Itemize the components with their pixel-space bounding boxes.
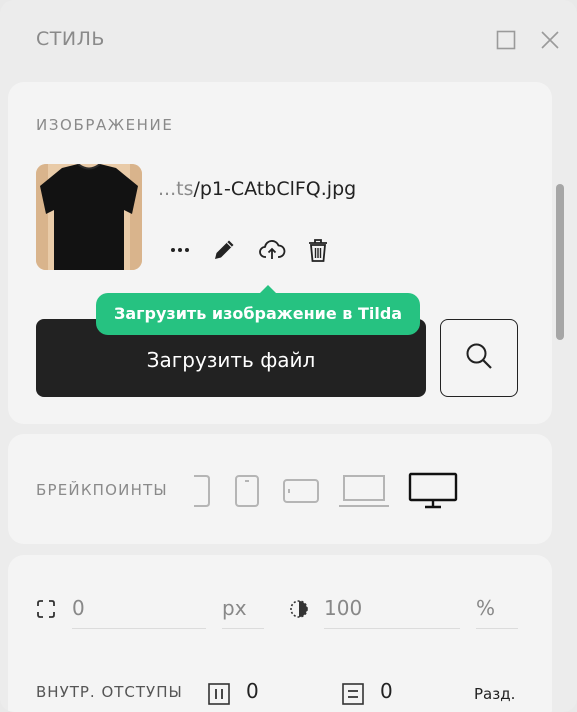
file-name-prefix: ...ts [158,178,194,200]
opacity-input[interactable]: 100 [324,588,460,629]
upload-tooltip: Загрузить изображение в Tilda [96,285,421,335]
scrollbar-thumb[interactable] [556,184,564,340]
search-icon [464,341,494,375]
desktop-icon[interactable] [408,472,458,514]
more-icon[interactable] [166,236,194,264]
file-name: ...ts/p1-CAtbClFQ.jpg [158,178,356,200]
vertical-padding-input[interactable]: 0 [380,679,393,703]
breakpoints-label: БРЕЙКПОИНТЫ [36,481,168,499]
border-radius-icon [36,599,56,623]
panel-header: СТИЛЬ [0,0,577,80]
tablet-portrait-icon[interactable] [234,474,262,512]
padding-label: ВНУТР. ОТСТУПЫ [36,683,183,701]
cloud-upload-icon[interactable] [258,236,286,264]
pencil-icon[interactable] [210,236,238,264]
image-section: ИЗОБРАЖЕНИЕ ...ts/p1-CAtbClFQ.jpg Загруз… [8,82,552,424]
border-radius-unit-label: px [222,596,247,620]
tablet-landscape-icon[interactable] [282,478,320,510]
laptop-icon[interactable] [338,474,390,512]
opacity-value: 100 [324,596,363,620]
close-icon[interactable] [540,30,560,50]
horizontal-padding-input[interactable]: 0 [246,679,259,703]
opacity-unit-label: % [476,596,496,620]
separate-padding-toggle[interactable]: Разд. [474,685,515,703]
scrollbar-track[interactable] [554,84,562,712]
phone-icon[interactable] [192,474,212,512]
maximize-icon[interactable] [496,30,516,50]
border-radius-input[interactable]: 0 [72,588,206,629]
border-radius-unit[interactable]: px [222,588,264,629]
border-radius-value: 0 [72,596,85,620]
file-name-text: /p1-CAtbClFQ.jpg [193,178,357,200]
vertical-padding-icon [342,683,364,709]
opacity-unit[interactable]: % [476,588,518,629]
trash-icon[interactable] [304,236,332,264]
horizontal-padding-icon [208,683,230,709]
image-section-title: ИЗОБРАЖЕНИЕ [36,116,174,134]
search-image-button[interactable] [440,319,518,397]
breakpoints-section: БРЕЙКПОИНТЫ [8,434,552,544]
opacity-icon [288,598,310,624]
panel-title: СТИЛЬ [36,28,105,50]
image-thumbnail[interactable] [36,164,142,270]
properties-section: 0 px 100 % ВНУТР. ОТСТУПЫ 0 0 Разд. [8,555,552,712]
style-panel: СТИЛЬ ИЗОБРАЖЕНИЕ ...ts/p1-CAtbClFQ.jpg [0,0,577,712]
